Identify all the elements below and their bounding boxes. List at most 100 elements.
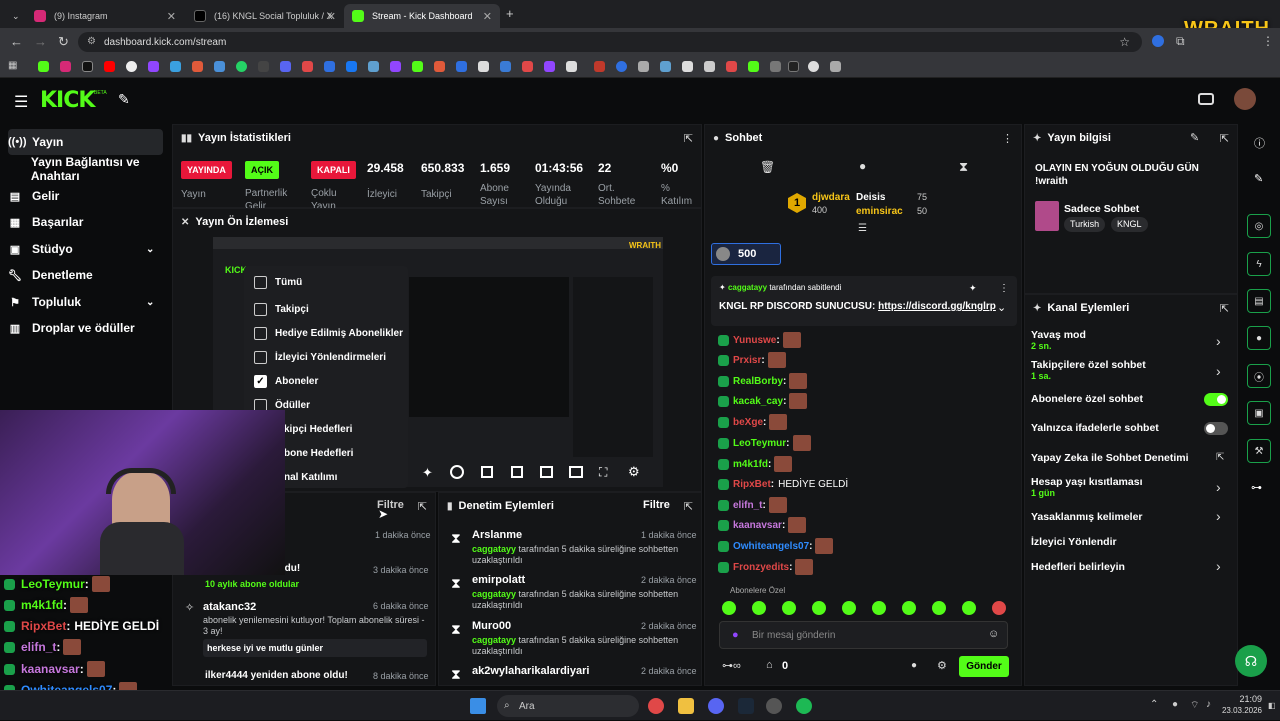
raid-row[interactable]: İzleyici Yönlendir bbox=[1031, 536, 1117, 548]
bookmark-kick-icon[interactable] bbox=[38, 61, 49, 72]
rail-points-icon[interactable]: ⊶ bbox=[1251, 481, 1262, 494]
emote-icon[interactable] bbox=[842, 601, 856, 615]
chat-settings-icon[interactable]: ⚙ bbox=[937, 659, 947, 672]
file-explorer-icon[interactable] bbox=[678, 698, 694, 714]
bookmark-icon[interactable] bbox=[616, 61, 627, 72]
tag-chip[interactable]: Turkish bbox=[1064, 217, 1106, 232]
extension-icon[interactable] bbox=[1152, 35, 1164, 47]
bookmark-icon[interactable] bbox=[456, 61, 467, 72]
sparkle-icon[interactable]: ✦ bbox=[422, 465, 433, 481]
chevron-right-icon[interactable]: › bbox=[1216, 479, 1221, 495]
rail-target-button[interactable]: ◎ bbox=[1247, 214, 1271, 238]
apps-grid-icon[interactable]: ▦ bbox=[8, 60, 19, 71]
app-icon[interactable] bbox=[766, 698, 782, 714]
sidebar-item-studio[interactable]: ▣ Stüdyo ⌄ bbox=[8, 236, 163, 262]
filter-option-sub-goals[interactable]: bone Hedefleri bbox=[284, 441, 353, 465]
bookmark-icon[interactable] bbox=[544, 61, 555, 72]
emote-icon[interactable] bbox=[782, 601, 796, 615]
emote-icon[interactable] bbox=[962, 601, 976, 615]
points-icon[interactable]: ⊶∞ bbox=[722, 659, 741, 672]
bookmark-google-icon[interactable] bbox=[126, 61, 137, 72]
bookmark-icon[interactable] bbox=[770, 61, 781, 72]
chart-icon[interactable] bbox=[481, 466, 493, 478]
new-tab-button[interactable]: + bbox=[506, 6, 514, 21]
emote-icon[interactable] bbox=[992, 601, 1006, 615]
bookmark-icon[interactable] bbox=[704, 61, 715, 72]
bookmark-icon[interactable] bbox=[434, 61, 445, 72]
site-info-icon[interactable]: ⚙ bbox=[87, 36, 96, 47]
popout-icon[interactable]: ⇱ bbox=[1220, 302, 1229, 315]
followers-only-row[interactable]: Takipçilere özel sohbet 1 sa. bbox=[1031, 359, 1146, 381]
chat-menu-icon[interactable]: ⋮ bbox=[1002, 132, 1013, 145]
bookmark-icon[interactable] bbox=[368, 61, 379, 72]
chat-input[interactable]: ● Bir mesaj gönderin ☺ bbox=[719, 621, 1008, 649]
goals-row[interactable]: Hedefleri belirleyin bbox=[1031, 561, 1125, 573]
leader-name[interactable]: eminsirac bbox=[856, 206, 903, 217]
popout-icon[interactable]: ⇱ bbox=[684, 500, 693, 513]
spotify-icon[interactable] bbox=[796, 698, 812, 714]
checkbox-checked[interactable]: ✓ bbox=[254, 374, 267, 388]
bookmark-icon[interactable] bbox=[500, 61, 511, 72]
filter-option-gifted-subs[interactable]: Hediye Edilmiş Abonelikler bbox=[254, 321, 403, 345]
info-icon[interactable]: ⓘ bbox=[1254, 135, 1265, 151]
bookmark-icon[interactable] bbox=[522, 61, 533, 72]
emote-only-toggle[interactable] bbox=[1204, 422, 1228, 435]
filter-option-follower[interactable]: Takipçi bbox=[254, 297, 309, 321]
emote-icon[interactable] bbox=[932, 601, 946, 615]
mod-user[interactable]: emirpolatt bbox=[472, 574, 525, 586]
ai-moderation-row[interactable]: Yapay Zeka ile Sohbet Denetimi bbox=[1031, 452, 1189, 464]
chat-icon[interactable]: ● bbox=[859, 159, 866, 173]
theater-mode-icon[interactable] bbox=[569, 466, 583, 478]
sidebar-item-stream-key[interactable]: Yayın Bağlantısı ve Anahtarı bbox=[8, 155, 178, 183]
windows-start-icon[interactable] bbox=[470, 698, 486, 714]
sidebar-item-drops[interactable]: ▥ Droplar ve ödüller bbox=[8, 315, 163, 341]
bookmark-facebook-icon[interactable] bbox=[346, 61, 357, 72]
chevron-right-icon[interactable]: › bbox=[1216, 363, 1221, 379]
network-icon[interactable]: ⌔ bbox=[1190, 699, 1199, 712]
pin-icon[interactable]: ✎ bbox=[118, 91, 130, 108]
sidebar-item-community[interactable]: ⚑ Topluluk ⌄ bbox=[8, 289, 163, 315]
filter-option-subscribers[interactable]: ✓ Aboneler bbox=[254, 369, 318, 393]
rail-lightning-button[interactable]: ϟ bbox=[1247, 252, 1271, 276]
bookmark-instagram-icon[interactable] bbox=[60, 61, 71, 72]
fullscreen-icon[interactable]: ⛶ bbox=[599, 465, 607, 480]
bookmark-icon[interactable] bbox=[660, 61, 671, 72]
emote-tab-label[interactable]: Abonelere Özel bbox=[730, 586, 785, 595]
popout-icon[interactable]: ⇱ bbox=[1220, 132, 1229, 145]
clock-date[interactable]: 23.03.2026 bbox=[1214, 706, 1262, 715]
url-input[interactable]: ⚙ dashboard.kick.com/stream ☆ bbox=[78, 32, 1142, 52]
bookmark-icon[interactable] bbox=[258, 61, 269, 72]
chat-username[interactable]: RealBorby bbox=[733, 376, 783, 387]
clock-time[interactable]: 21:09 bbox=[1220, 694, 1262, 704]
bookmark-icon[interactable] bbox=[682, 61, 693, 72]
edit-icon[interactable]: ✎ bbox=[1254, 172, 1263, 185]
tab-instagram[interactable]: (9) Instagram ✕ bbox=[26, 4, 184, 28]
bookmark-youtube-icon[interactable] bbox=[104, 61, 115, 72]
hourglass-icon[interactable]: ⧗ bbox=[959, 159, 968, 175]
tab-kick-dashboard[interactable]: Stream - Kick Dashboard ✕ bbox=[344, 4, 500, 28]
user-avatar[interactable] bbox=[1234, 88, 1256, 110]
checkbox[interactable] bbox=[254, 326, 267, 340]
popout-icon[interactable]: ⇱ bbox=[684, 132, 693, 145]
emote-icon[interactable] bbox=[872, 601, 886, 615]
chat-username[interactable]: beXge bbox=[733, 417, 763, 428]
tag-chip[interactable]: KNGL bbox=[1111, 217, 1148, 232]
bookmark-icon[interactable] bbox=[412, 61, 423, 72]
chevron-down-icon[interactable]: ⌄ bbox=[997, 301, 1006, 314]
store-icon[interactable]: ⌂ bbox=[766, 659, 773, 671]
bookmark-icon[interactable] bbox=[478, 61, 489, 72]
chevron-right-icon[interactable]: › bbox=[1216, 508, 1221, 524]
chevron-right-icon[interactable]: › bbox=[1216, 558, 1221, 574]
filter-option-follower-goals[interactable]: kipçi Hedefleri bbox=[284, 417, 352, 441]
bookmark-icon[interactable] bbox=[280, 61, 291, 72]
emote-row[interactable] bbox=[722, 601, 1022, 618]
category-name[interactable]: Sadece Sohbet bbox=[1064, 203, 1139, 215]
chat-username[interactable]: Owhiteangels07 bbox=[733, 541, 809, 552]
chat-username[interactable]: m4k1fd bbox=[733, 459, 768, 470]
mod-user[interactable]: Arslanme bbox=[472, 529, 522, 541]
browser-menu-icon[interactable]: ⋮ bbox=[1262, 34, 1274, 48]
filter-button[interactable]: Filtre bbox=[643, 499, 670, 511]
leader-name[interactable]: djwdara bbox=[812, 192, 850, 203]
sidebar-item-stream[interactable]: ((•)) Yayın bbox=[8, 129, 163, 155]
chat-username[interactable]: LeoTeymur bbox=[733, 438, 786, 449]
